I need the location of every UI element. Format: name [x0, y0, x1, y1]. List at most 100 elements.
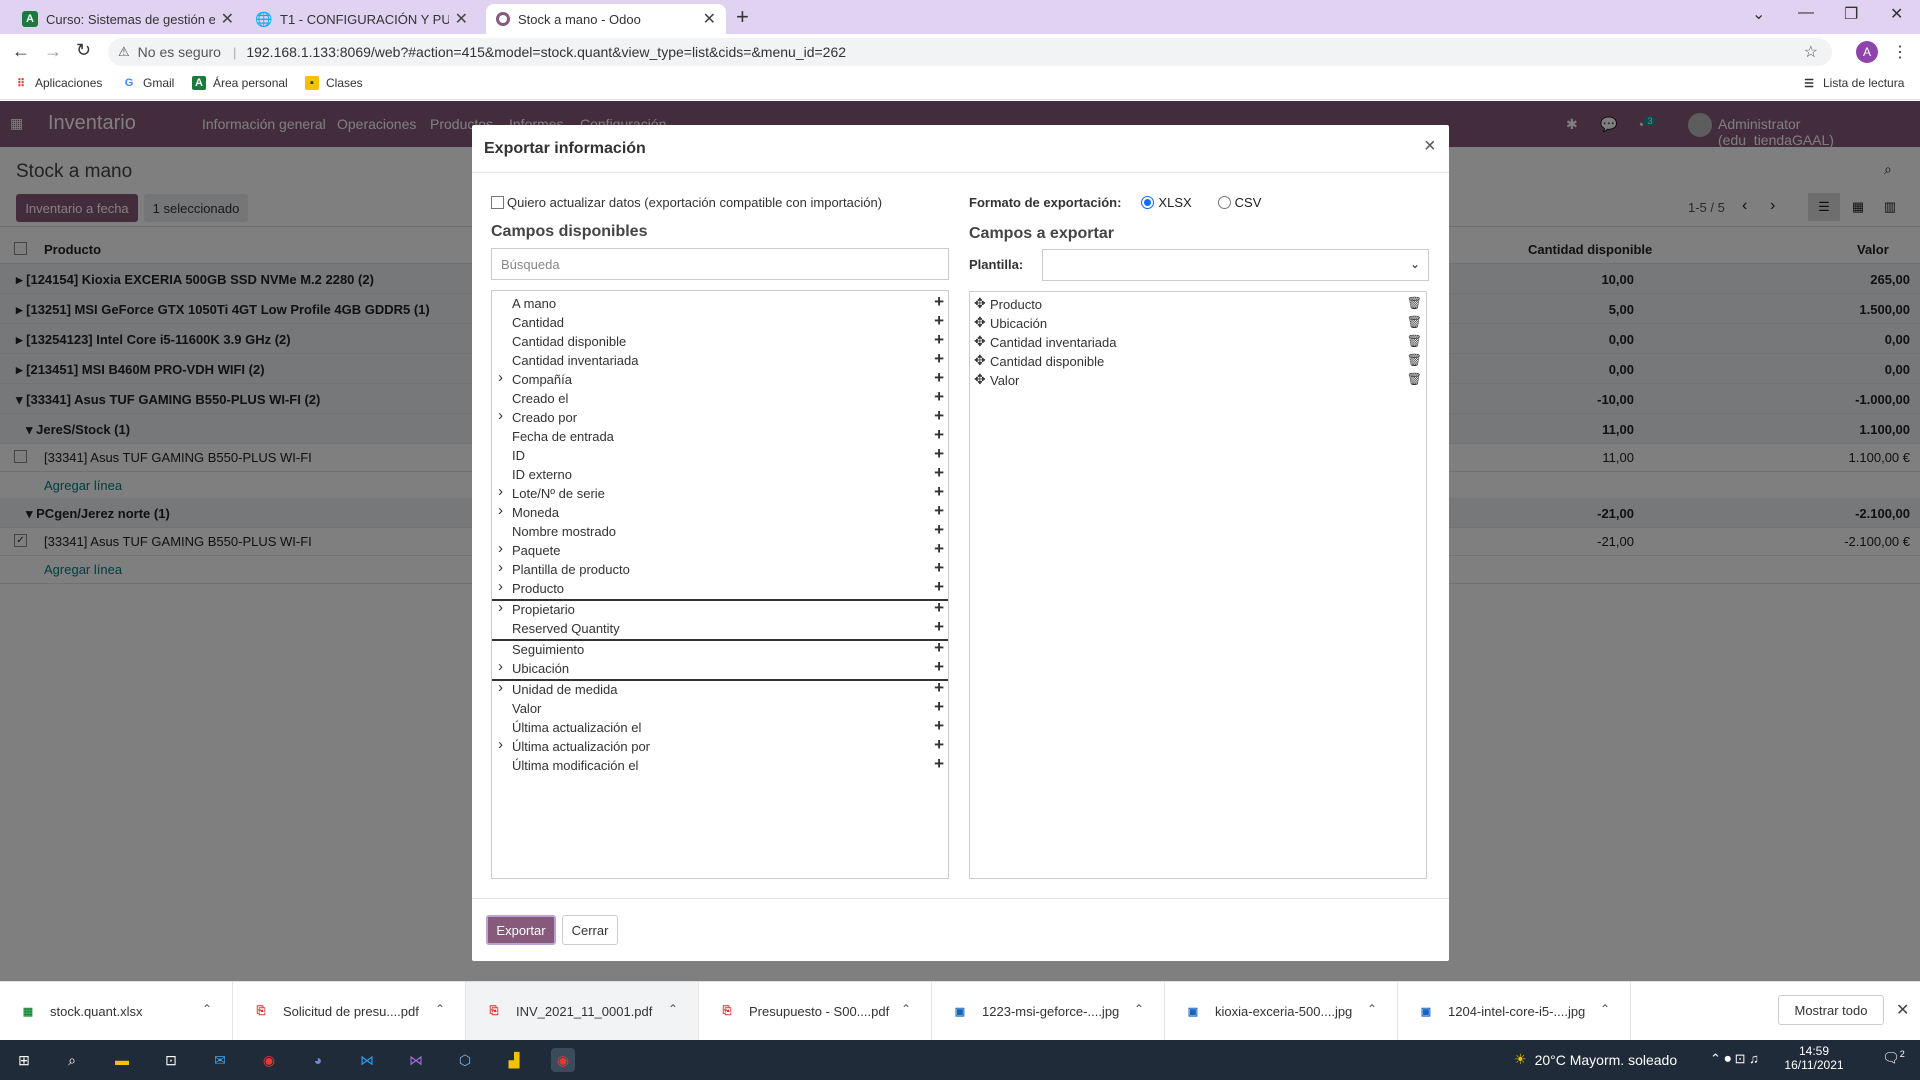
new-tab-icon[interactable]: + [736, 4, 749, 30]
add-field-icon[interactable]: + [934, 330, 944, 350]
available-field-item[interactable]: › Moneda + [492, 501, 950, 522]
available-field-item[interactable]: Reserved Quantity + [492, 617, 950, 638]
chevron-up-icon[interactable]: ⌃ [1367, 1002, 1377, 1016]
add-field-icon[interactable]: + [934, 754, 944, 774]
store-icon[interactable]: ⊡ [159, 1048, 183, 1072]
available-field-item[interactable]: Seguimiento + [492, 638, 950, 659]
chevron-up-icon[interactable]: ⌃ [1134, 1002, 1144, 1016]
chevron-up-icon[interactable]: ⌃ [435, 1002, 445, 1016]
visual-studio-icon[interactable]: ⋈ [404, 1048, 428, 1072]
expand-chevron-icon[interactable]: › [498, 502, 503, 519]
export-field-item[interactable]: ✥ Cantidad disponible 🗑 [970, 352, 1428, 371]
compat-option[interactable]: Quiero actualizar datos (exportación com… [491, 195, 882, 210]
expand-chevron-icon[interactable]: › [498, 369, 503, 386]
add-field-icon[interactable]: + [934, 501, 944, 521]
tray-icons[interactable]: ⌃ ⏺ ⊡ ♫ [1710, 1051, 1759, 1067]
forward-icon[interactable]: → [44, 41, 62, 62]
add-field-icon[interactable]: + [934, 638, 944, 658]
close-tab-icon[interactable]: ✕ [455, 9, 468, 29]
expand-chevron-icon[interactable]: › [498, 599, 503, 616]
csv-label[interactable]: CSV [1235, 195, 1262, 210]
discord-icon[interactable]: ◕ [306, 1048, 330, 1072]
available-field-item[interactable]: › Lote/Nº de serie + [492, 482, 950, 503]
xlsx-label[interactable]: XLSX [1158, 195, 1191, 210]
download-item[interactable]: ▣ 1204-intel-core-i5-....jpg ⌃ [1398, 982, 1631, 1041]
menu-kebab-icon[interactable]: ⋮ [1892, 42, 1908, 62]
available-field-item[interactable]: › Creado por + [492, 406, 950, 427]
add-field-icon[interactable]: + [934, 598, 944, 618]
available-field-item[interactable]: Creado el + [492, 387, 950, 408]
download-item[interactable]: ▣ kioxia-exceria-500....jpg ⌃ [1165, 982, 1398, 1041]
profile-avatar[interactable]: A [1856, 41, 1878, 63]
close-window-icon[interactable]: ✕ [1890, 4, 1903, 24]
chrome-icon[interactable]: ◉ [257, 1048, 281, 1072]
add-field-icon[interactable]: + [934, 617, 944, 637]
bookmark-clases[interactable]: ▪ Clases [305, 76, 363, 90]
available-field-item[interactable]: Última modificación el + [492, 754, 950, 775]
download-item[interactable]: ▦ stock.quant.xlsx ⌃ [0, 982, 233, 1041]
drag-handle-icon[interactable]: ✥ [974, 333, 986, 350]
compat-checkbox[interactable] [491, 196, 504, 209]
show-all-downloads-button[interactable]: Mostrar todo [1778, 995, 1884, 1025]
expand-chevron-icon[interactable]: › [498, 407, 503, 424]
expand-chevron-icon[interactable]: › [498, 540, 503, 557]
bookmark-star-icon[interactable]: ☆ [1804, 42, 1818, 62]
download-item[interactable]: ⎘ Presupuesto - S00....pdf ⌃ [699, 982, 932, 1041]
available-field-item[interactable]: › Plantilla de producto + [492, 558, 950, 579]
export-field-item[interactable]: ✥ Valor 🗑 [970, 371, 1428, 390]
chevron-up-icon[interactable]: ⌃ [1600, 1002, 1610, 1016]
add-field-icon[interactable]: + [934, 558, 944, 578]
expand-chevron-icon[interactable]: › [498, 736, 503, 753]
expand-chevron-icon[interactable]: › [498, 559, 503, 576]
available-field-item[interactable]: Cantidad + [492, 311, 950, 332]
drag-handle-icon[interactable]: ✥ [974, 352, 986, 369]
bookmark-area-personal[interactable]: A Área personal [192, 76, 288, 90]
chevron-up-icon[interactable]: ⌃ [668, 1002, 678, 1016]
file-explorer-icon[interactable]: ▬ [110, 1048, 134, 1072]
add-field-icon[interactable]: + [934, 406, 944, 426]
add-field-icon[interactable]: + [934, 463, 944, 483]
available-field-item[interactable]: › Compañía + [492, 368, 950, 389]
expand-chevron-icon[interactable]: › [498, 658, 503, 675]
add-field-icon[interactable]: + [934, 520, 944, 540]
available-field-item[interactable]: › Producto + [492, 577, 950, 598]
dialog-close-icon[interactable]: × [1424, 135, 1436, 158]
available-field-item[interactable]: › Unidad de medida + [492, 678, 950, 699]
trash-icon[interactable]: 🗑 [1407, 315, 1422, 329]
add-field-icon[interactable]: + [934, 735, 944, 755]
available-field-item[interactable]: ID + [492, 444, 950, 465]
available-field-item[interactable]: A mano + [492, 292, 950, 313]
bookmark-gmail[interactable]: G Gmail [122, 76, 175, 90]
close-tab-icon[interactable]: ✕ [221, 9, 234, 29]
add-field-icon[interactable]: + [934, 697, 944, 717]
add-field-icon[interactable]: + [934, 387, 944, 407]
available-field-item[interactable]: › Propietario + [492, 598, 950, 619]
reading-list[interactable]: ☰ Lista de lectura [1802, 76, 1904, 90]
close-tab-icon[interactable]: ✕ [703, 9, 716, 29]
export-button[interactable]: Exportar [486, 915, 556, 945]
add-field-icon[interactable]: + [934, 539, 944, 559]
add-field-icon[interactable]: + [934, 292, 944, 312]
expand-chevron-icon[interactable]: › [498, 679, 503, 696]
available-field-item[interactable]: › Ubicación + [492, 657, 950, 678]
bookmark-apps[interactable]: ⠿ Aplicaciones [14, 76, 102, 90]
browser-tab-odoo[interactable]: Stock a mano - Odoo ✕ [486, 4, 726, 34]
available-field-item[interactable]: › Última actualización por + [492, 735, 950, 756]
add-field-icon[interactable]: + [934, 657, 944, 677]
csv-radio[interactable] [1217, 196, 1231, 209]
close-button[interactable]: Cerrar [562, 915, 618, 945]
download-item[interactable]: ⎘ INV_2021_11_0001.pdf ⌃ [466, 982, 699, 1041]
add-field-icon[interactable]: + [934, 577, 944, 597]
windows-start-icon[interactable]: ⊞ [12, 1048, 36, 1072]
template-select[interactable]: ⌄ [1042, 249, 1429, 281]
xlsx-radio[interactable] [1141, 196, 1155, 209]
chevron-up-icon[interactable]: ⌃ [901, 1002, 911, 1016]
browser-tab-course[interactable]: A Curso: Sistemas de gestión empr ✕ [12, 4, 244, 34]
expand-chevron-icon[interactable]: › [498, 483, 503, 500]
trash-icon[interactable]: 🗑 [1407, 334, 1422, 348]
available-field-item[interactable]: Nombre mostrado + [492, 520, 950, 541]
app-hex-icon[interactable]: ⬡ [453, 1048, 477, 1072]
browser-tab-config[interactable]: 🌐 T1 - CONFIGURACIÓN Y PUESTA ✕ [246, 4, 478, 34]
export-field-item[interactable]: ✥ Producto 🗑 [970, 295, 1428, 314]
maximize-icon[interactable]: ❐ [1844, 4, 1858, 24]
